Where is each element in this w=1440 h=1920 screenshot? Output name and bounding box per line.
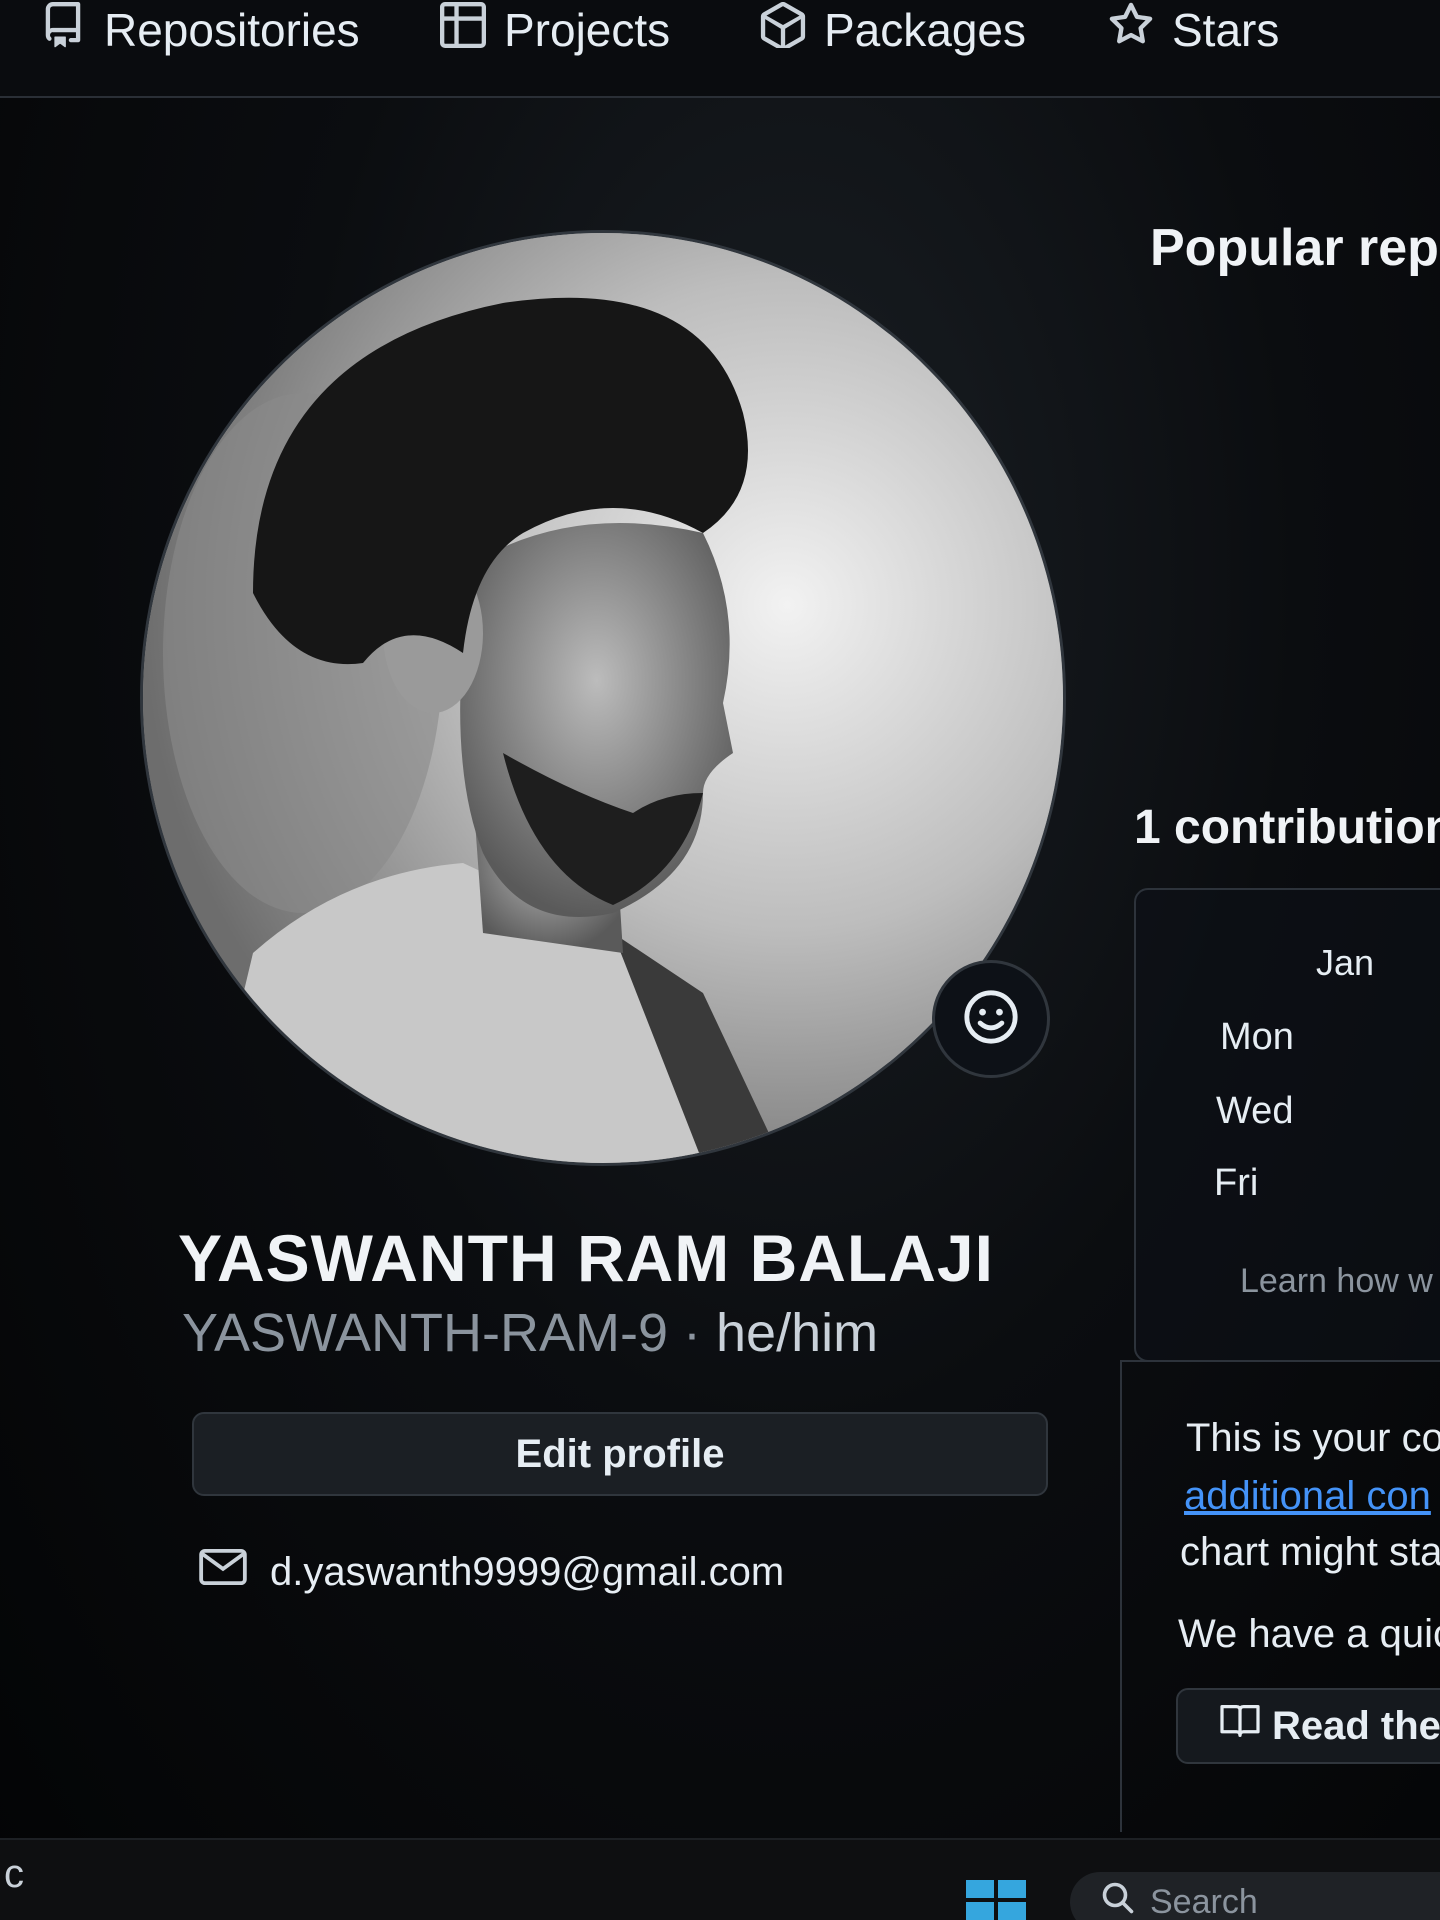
learn-how-link[interactable]: Learn how w (1240, 1262, 1433, 1301)
tab-repositories[interactable]: Repositories (40, 0, 360, 60)
profile-email[interactable]: d.yaswanth9999@gmail.com (270, 1550, 784, 1595)
taskbar-search-placeholder: Search (1150, 1882, 1258, 1920)
additional-contributions-link[interactable]: additional con (1184, 1474, 1431, 1519)
popular-repos-heading: Popular repo (1150, 219, 1440, 277)
graph-day-label: Mon (1220, 1016, 1294, 1058)
taskbar-left-text: c (4, 1852, 24, 1896)
graph-day-label: Fri (1214, 1162, 1259, 1204)
profile-pronouns: he/him (716, 1303, 879, 1363)
tab-projects-label: Projects (504, 4, 671, 56)
read-the-guide-button[interactable]: Read the (1176, 1688, 1440, 1764)
smiley-icon (962, 988, 1020, 1051)
tab-stars-label: Stars (1172, 4, 1280, 56)
tab-stars[interactable]: Stars (1108, 0, 1279, 60)
mail-icon (198, 1548, 248, 1596)
graph-day-label: Wed (1216, 1090, 1294, 1132)
book-icon (1218, 1703, 1262, 1749)
profile-tabs-nav: Repositories Projects Packages Stars (0, 0, 1440, 98)
screen: Repositories Projects Packages Stars YAS… (0, 0, 1440, 1920)
contributions-heading: 1 contribution (1134, 801, 1440, 854)
profile-email-row[interactable]: d.yaswanth9999@gmail.com (198, 1548, 784, 1596)
profile-subline: YASWANTH-RAM-9 · he/him (182, 1302, 878, 1364)
package-icon (760, 1, 806, 59)
avatar-portrait (143, 233, 1063, 1163)
repo-icon (40, 1, 86, 59)
tab-packages-label: Packages (824, 4, 1027, 56)
windows-start-icon[interactable] (966, 1880, 1026, 1920)
subline-separator: · (668, 1303, 716, 1363)
profile-username: YASWANTH-RAM-9 (182, 1303, 668, 1363)
graph-month-label: Jan (1316, 942, 1375, 983)
tab-projects[interactable]: Projects (440, 0, 670, 60)
taskbar-search-box[interactable]: Search (1070, 1872, 1440, 1920)
avatar[interactable] (140, 230, 1066, 1166)
table-icon (440, 1, 486, 59)
read-button-label: Read the (1272, 1703, 1440, 1748)
edit-profile-button[interactable]: Edit profile (192, 1412, 1048, 1496)
tab-packages[interactable]: Packages (760, 0, 1026, 60)
profile-full-name: YASWANTH RAM BALAJI (178, 1221, 994, 1295)
tab-repositories-label: Repositories (104, 4, 360, 56)
activity-text: chart might sta (1180, 1530, 1440, 1574)
activity-text: We have a quic (1178, 1612, 1440, 1656)
search-icon (1100, 1880, 1136, 1920)
set-status-button[interactable] (932, 960, 1050, 1078)
star-icon (1108, 2, 1154, 59)
activity-text: This is your co (1186, 1416, 1440, 1460)
